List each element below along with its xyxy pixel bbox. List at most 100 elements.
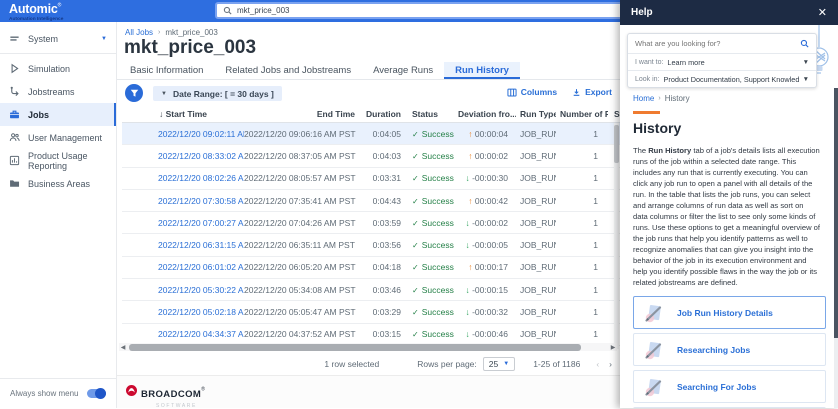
check-icon: ✓ [412,219,419,228]
table-row[interactable]: 2022/12/20 08:02:26 AM PST2022/12/20 08:… [122,168,620,190]
breadcrumb-all-jobs[interactable]: All Jobs [125,28,153,37]
status-cell: ✓Success [406,329,456,339]
prev-page-button[interactable]: ‹ [596,359,599,369]
start-time-link[interactable]: 2022/12/20 04:34:37 AM PST [122,329,244,339]
sidebar-item-jobstreams[interactable]: Jobstreams [0,80,116,103]
start-time-link[interactable]: 2022/12/20 07:30:58 AM PST [122,196,244,206]
col-status[interactable]: Status [406,107,456,122]
start-time-link[interactable]: 2022/12/20 06:01:02 AM PST [122,262,244,272]
main-content: All Jobs › mkt_price_003 mkt_price_003 B… [117,22,620,375]
deviation-down-icon: ↓ [465,218,469,228]
logo-title: Automic [9,2,58,16]
table-horizontal-scrollbar[interactable]: ◀ ▶ [119,343,617,351]
tab-run-history[interactable]: Run History [444,62,520,79]
check-icon: ✓ [412,286,419,295]
selected-count: 1 row selected [324,359,379,369]
start-time-link[interactable]: 2022/12/20 07:00:27 AM PST [122,218,244,228]
breadcrumb-current: mkt_price_003 [165,28,217,37]
tab-basic-information[interactable]: Basic Information [119,62,214,79]
col-duration[interactable]: Duration [360,107,406,122]
run-type-cell: JOB_RUN [516,307,556,317]
table-body: 2022/12/20 09:02:11 AM PST2022/12/20 09:… [122,123,620,350]
number-of-runs-cell: 1 [556,196,608,206]
export-button[interactable]: Export [572,87,612,97]
duration-cell: 0:03:31 [360,173,406,183]
status-cell: ✓Success [406,196,456,206]
table-row[interactable]: 2022/12/20 06:31:15 AM PST2022/12/20 06:… [122,234,620,256]
sidebar-item-label: User Management [28,133,102,143]
sidebar-item-business-areas[interactable]: Business Areas [0,172,116,195]
help-scroll-thumb[interactable] [834,88,838,338]
deviation-cell: ↑ 00:00:42 [456,196,516,206]
col-run-type[interactable]: Run Type [516,107,556,122]
start-time-link[interactable]: 2022/12/20 05:02:18 AM PST [122,307,244,317]
deviation-cell: ↓ -00:00:15 [456,285,516,295]
start-time-link[interactable]: 2022/12/20 06:31:15 AM PST [122,240,244,250]
help-search-row[interactable] [628,34,816,53]
col-start-time[interactable]: ↓ Start Time [122,107,244,122]
table-row[interactable]: 2022/12/20 09:02:11 AM PST2022/12/20 09:… [122,123,620,145]
global-search[interactable] [215,2,625,19]
col-deviation[interactable]: Deviation fro... [456,107,516,122]
tab-average-runs[interactable]: Average Runs [362,62,444,79]
table-row[interactable]: 2022/12/20 05:02:18 AM PST2022/12/20 05:… [122,301,620,323]
table-row[interactable]: 2022/12/20 06:01:02 AM PST2022/12/20 06:… [122,257,620,279]
help-search-input[interactable] [635,39,800,48]
help-lookin-select[interactable]: Look in: Product Documentation, Support … [628,70,816,87]
always-show-menu-toggle[interactable] [87,389,106,398]
close-icon[interactable]: ✕ [818,6,827,19]
hscroll-thumb[interactable] [129,344,581,351]
sidebar-item-jobs[interactable]: Jobs [0,103,116,126]
scroll-right-icon[interactable]: ▶ [609,344,617,351]
scroll-left-icon[interactable]: ◀ [119,344,127,351]
sidebar-item-product-usage-reporting[interactable]: Product Usage Reporting [0,149,116,172]
start-time-link[interactable]: 2022/12/20 05:30:22 AM PST [122,285,244,295]
sidebar-item-simulation[interactable]: Simulation [0,57,116,80]
help-breadcrumb-home[interactable]: Home [633,94,654,103]
doc-doodle-icon [644,340,664,360]
run-type-cell: JOB_RUN [516,173,556,183]
table-vertical-scrollbar[interactable] [614,123,619,349]
help-link-searching-for-jobs[interactable]: Searching For Jobs [633,370,826,403]
next-page-button[interactable]: › [609,359,612,369]
columns-button[interactable]: Columns [507,87,557,97]
end-time-cell: 2022/12/20 09:06:16 AM PST [244,129,360,139]
table-row[interactable]: 2022/12/20 07:30:58 AM PST2022/12/20 07:… [122,190,620,212]
sidebar-item-user-management[interactable]: User Management [0,126,116,149]
col-end-time[interactable]: End Time [244,107,360,122]
start-time-link[interactable]: 2022/12/20 09:02:11 AM PST [122,129,244,139]
business-areas-icon [9,178,20,189]
date-range-chip[interactable]: ▼ Date Range: [ = 30 days ] [153,86,282,101]
rows-per-page-select[interactable]: 25 ▼ [483,357,515,371]
help-scrollbar[interactable] [834,88,838,408]
user-management-icon [9,132,20,143]
status-cell: ✓Success [406,262,456,272]
deviation-up-icon: ↑ [468,151,472,161]
help-link-job-run-history-details[interactable]: Job Run History Details [633,296,826,329]
sidebar-item-system[interactable]: System ▼ [0,27,116,50]
help-content: Home › History History The Run History t… [620,90,832,408]
start-time-link[interactable]: 2022/12/20 08:02:26 AM PST [122,173,244,183]
sidebar-item-label: System [28,34,58,44]
duration-cell: 0:04:18 [360,262,406,272]
footer-strip: BROADCOM® SOFTWARE [117,375,620,408]
filter-button[interactable] [125,84,143,102]
vscroll-thumb[interactable] [614,125,619,163]
start-time-link[interactable]: 2022/12/20 08:33:02 AM PST [122,151,244,161]
duration-cell: 0:03:59 [360,218,406,228]
run-type-cell: JOB_RUN [516,218,556,228]
chevron-down-icon: ▼ [161,91,167,97]
col-number-of-re[interactable]: Number of Re... [556,107,608,122]
table-row[interactable]: 2022/12/20 08:33:02 AM PST2022/12/20 08:… [122,145,620,167]
chevron-down-icon[interactable]: ▼ [101,36,107,42]
table-row[interactable]: 2022/12/20 05:30:22 AM PST2022/12/20 05:… [122,279,620,301]
tab-related-jobs-and-jobstreams[interactable]: Related Jobs and Jobstreams [214,62,362,79]
table-row[interactable]: 2022/12/20 07:00:27 AM PST2022/12/20 07:… [122,212,620,234]
help-want-select[interactable]: I want to: Learn more ▼ [628,53,816,70]
deviation-cell: ↓ -00:00:05 [456,240,516,250]
search-input[interactable] [237,6,617,15]
sidebar-divider [0,53,116,54]
deviation-down-icon: ↓ [465,285,469,295]
col-start-time-2[interactable]: Start Time [608,107,620,122]
help-link-researching-jobs[interactable]: Researching Jobs [633,333,826,366]
